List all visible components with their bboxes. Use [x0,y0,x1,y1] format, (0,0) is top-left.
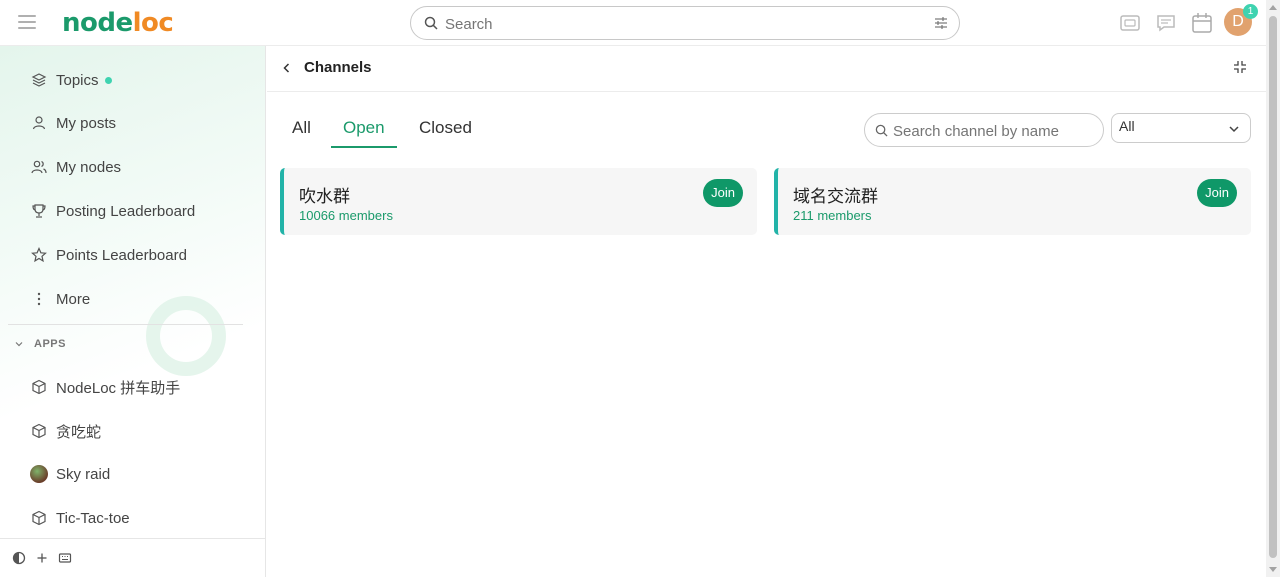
sky-raid-avatar [30,465,48,483]
sidebar-item-more[interactable]: More [22,282,252,316]
sidebar-item-label: 贪吃蛇 [56,423,102,441]
sidebar-item-posting-leaderboard[interactable]: Posting Leaderboard [22,194,252,228]
more-icon [30,290,48,308]
tab-closed[interactable]: Closed [419,118,472,148]
page-scrollbar[interactable] [1266,0,1280,577]
sidebar-item-label: More [56,290,91,308]
logo-part-node: node [62,8,133,38]
apps-header: APPS [34,338,66,350]
logo-part-loc: loc [132,8,174,38]
collapse-icon[interactable] [1233,60,1247,74]
cube-icon [30,509,48,527]
sidebar-divider [8,324,243,325]
star-icon [30,246,48,264]
sidebar-item-label: Sky raid [56,465,111,483]
sidebar-item-label: My posts [56,114,117,132]
tab-all[interactable]: All [292,118,311,148]
ad-icon[interactable] [1119,12,1141,34]
chevron-down-icon [15,342,23,347]
channel-search-input[interactable] [893,120,1093,142]
page-title: Channels [304,59,372,76]
channel-members: 211 members [793,208,872,223]
sidebar-app-tic-tac-toe[interactable]: Tic-Tac-toe [22,501,252,535]
menu-icon[interactable] [18,15,36,29]
channels-panel: Channels All Open Closed All 吹水群 10066 m… [267,46,1266,577]
sidebar-item-label: Tic-Tac-toe [56,509,130,527]
search-input[interactable] [445,13,925,35]
sidebar-item-my-nodes[interactable]: My nodes [22,150,252,184]
sidebar-app-nodeloc-carpool[interactable]: NodeLoc 拼车助手 [22,370,252,404]
sidebar-item-label: Topics [56,71,99,89]
top-header: nodeloc D 1 [0,0,1266,46]
unread-dot [104,76,112,84]
keyboard-icon[interactable] [58,551,72,565]
channel-name: 吹水群 [299,187,350,206]
channels-header: Channels [267,46,1266,92]
channel-members: 10066 members [299,208,393,223]
channel-card[interactable]: 吹水群 10066 members Join [280,168,757,235]
sidebar-app-snake[interactable]: 贪吃蛇 [22,414,252,448]
tab-open[interactable]: Open [331,118,397,148]
back-chevron-icon[interactable] [281,61,293,75]
chat-icon[interactable] [1155,12,1177,34]
sidebar-item-my-posts[interactable]: My posts [22,106,252,140]
sidebar-item-label: Posting Leaderboard [56,202,196,220]
sidebar-footer [0,538,265,577]
sidebar-app-sky-raid[interactable]: Sky raid [22,457,252,491]
search-icon [424,16,438,30]
global-search[interactable] [410,6,960,40]
search-icon [875,124,888,137]
cube-icon [30,378,48,396]
sidebar-item-label: Points Leaderboard [56,246,187,264]
filter-icon[interactable] [934,16,948,30]
site-logo[interactable]: nodeloc [62,8,174,38]
sidebar-item-label: NodeLoc 拼车助手 [56,379,181,397]
sidebar: Topics My posts My nodes Posting Leaderb… [0,46,266,577]
trophy-icon [30,202,48,220]
chevron-down-icon [1229,126,1239,133]
channel-name: 域名交流群 [793,187,878,206]
cube-icon [30,422,48,440]
notification-badge: 1 [1243,4,1258,19]
add-icon[interactable] [35,551,49,565]
select-value: All [1119,118,1135,134]
theme-toggle-icon[interactable] [12,551,26,565]
channel-card[interactable]: 域名交流群 211 members Join [774,168,1251,235]
channel-search[interactable] [864,113,1104,147]
join-button[interactable]: Join [703,179,743,207]
sidebar-item-label: My nodes [56,158,122,176]
user-icon [30,114,48,132]
layers-icon [30,71,48,89]
sidebar-item-topics[interactable]: Topics [22,63,252,97]
apps-section-toggle[interactable]: APPS [14,338,66,350]
scrollbar-thumb[interactable] [1269,16,1277,558]
join-button[interactable]: Join [1197,179,1237,207]
sidebar-item-points-leaderboard[interactable]: Points Leaderboard [22,238,252,272]
scroll-up-arrow[interactable] [1269,5,1277,10]
calendar-icon[interactable] [1191,12,1213,34]
scroll-down-arrow[interactable] [1269,567,1277,572]
channel-filter-select[interactable]: All [1111,113,1251,143]
users-icon [30,158,48,176]
